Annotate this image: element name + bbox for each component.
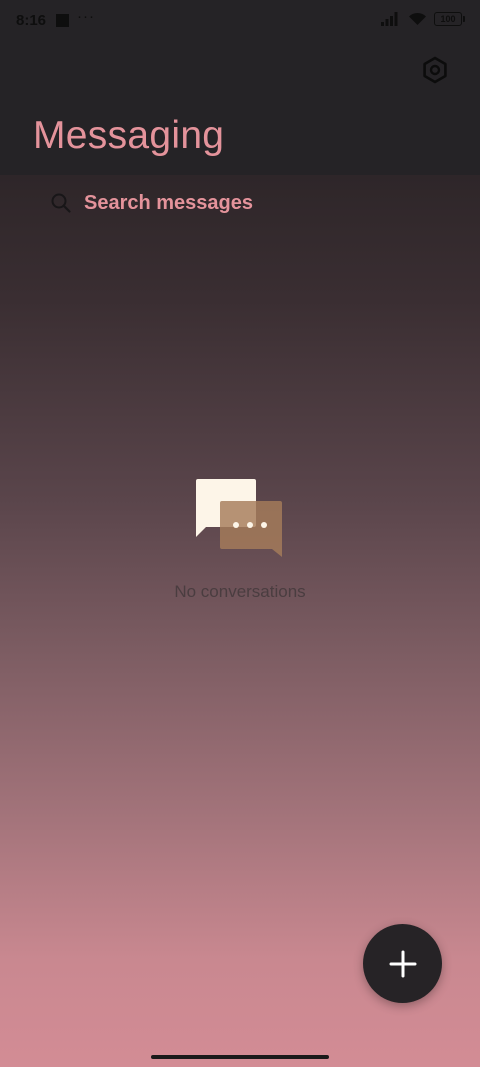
status-indicators: 100 <box>381 12 465 26</box>
search-placeholder: Search messages <box>84 191 254 214</box>
empty-state-message: No conversations <box>174 582 306 601</box>
wifi-icon <box>409 12 426 25</box>
page-title: Messaging <box>33 114 225 157</box>
chat-bubbles-icon <box>196 479 282 557</box>
new-conversation-button[interactable] <box>363 924 442 1003</box>
more-notifications-icon: ··· <box>77 8 95 25</box>
search-icon <box>50 192 72 214</box>
messaging-screen: 8:16 ··· 100 Messaging Search messages N… <box>0 0 480 1067</box>
signal-icon <box>381 12 398 26</box>
home-indicator[interactable] <box>151 1055 329 1059</box>
hexagon-settings-icon <box>423 56 447 84</box>
plus-icon <box>389 950 416 977</box>
settings-button[interactable] <box>418 53 452 87</box>
status-bar: 8:16 ··· 100 <box>0 0 480 42</box>
empty-state: No conversations <box>0 475 480 602</box>
battery-icon: 100 <box>434 12 465 26</box>
notification-square-icon <box>56 14 69 27</box>
search-bar[interactable]: Search messages <box>30 178 450 228</box>
status-time: 8:16 <box>16 12 47 29</box>
